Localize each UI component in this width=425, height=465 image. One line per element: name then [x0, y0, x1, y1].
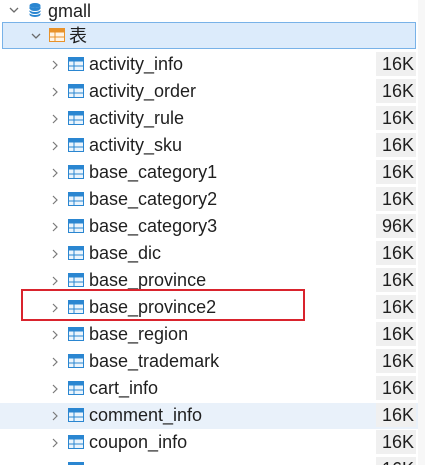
- table-row[interactable]: base_category3 96K: [0, 214, 418, 240]
- table-row[interactable]: activity_info 16K: [0, 52, 418, 78]
- chevron-right-icon[interactable]: [48, 58, 62, 72]
- table-size: 16K: [376, 376, 416, 400]
- chevron-right-icon[interactable]: [48, 355, 62, 369]
- chevron-down-icon[interactable]: [7, 3, 21, 17]
- chevron-right-icon[interactable]: [48, 112, 62, 126]
- table-size: 16K: [376, 295, 416, 319]
- table-name: base_category1: [89, 162, 218, 182]
- scrollbar-track[interactable]: [418, 0, 425, 465]
- chevron-right-icon[interactable]: [48, 166, 62, 180]
- navigator-tree: gmall 表 activity_info 16K activity_order 16…: [0, 0, 425, 465]
- table-icon: [68, 327, 84, 346]
- database-name: gmall: [48, 1, 92, 21]
- table-row[interactable]: comment_info 16K: [0, 403, 418, 429]
- table-name: activity_sku: [89, 135, 183, 155]
- table-size: 16K: [376, 241, 416, 265]
- table-row[interactable]: 16K: [0, 457, 418, 465]
- table-name: base_category3: [89, 216, 218, 236]
- table-row[interactable]: activity_rule 16K: [0, 106, 418, 132]
- table-icon: [68, 246, 84, 265]
- chevron-right-icon[interactable]: [48, 382, 62, 396]
- table-row[interactable]: base_trademark 16K: [0, 349, 418, 375]
- table-size: 16K: [376, 349, 416, 373]
- table-size: 16K: [376, 160, 416, 184]
- table-size: 16K: [376, 457, 416, 465]
- table-name: coupon_info: [89, 432, 188, 452]
- chevron-right-icon[interactable]: [48, 274, 62, 288]
- tree-node-database[interactable]: gmall: [0, 0, 418, 24]
- table-icon: [68, 111, 84, 130]
- table-icon: [68, 408, 84, 427]
- chevron-right-icon[interactable]: [48, 409, 62, 423]
- table-row[interactable]: base_dic 16K: [0, 241, 418, 267]
- table-name: comment_info: [89, 405, 203, 425]
- table-icon: [68, 219, 84, 238]
- chevron-right-icon[interactable]: [48, 436, 62, 450]
- table-icon: [68, 381, 84, 400]
- chevron-right-icon[interactable]: [48, 85, 62, 99]
- table-size: 96K: [376, 214, 416, 238]
- table-name: base_region: [89, 324, 189, 344]
- table-size: 16K: [376, 52, 416, 76]
- table-icon: [68, 192, 84, 211]
- table-row[interactable]: activity_order 16K: [0, 79, 418, 105]
- table-name: activity_rule: [89, 108, 185, 128]
- table-row[interactable]: activity_sku 16K: [0, 133, 418, 159]
- chevron-right-icon[interactable]: [48, 193, 62, 207]
- table-row[interactable]: cart_info 16K: [0, 376, 418, 402]
- table-row[interactable]: base_category1 16K: [0, 160, 418, 186]
- table-size: 16K: [376, 430, 416, 454]
- table-name: base_dic: [89, 243, 162, 263]
- annotation-highlight-box: [21, 289, 305, 321]
- table-name: base_category2: [89, 189, 218, 209]
- table-name: activity_order: [89, 81, 197, 101]
- table-name: cart_info: [89, 378, 159, 398]
- table-size: 16K: [376, 403, 416, 427]
- table-icon: [68, 435, 84, 454]
- table-name: base_trademark: [89, 351, 220, 371]
- table-row[interactable]: base_category2 16K: [0, 187, 418, 213]
- table-size: 16K: [376, 106, 416, 130]
- table-icon: [68, 138, 84, 157]
- table-name: base_province: [89, 270, 207, 290]
- table-size: 16K: [376, 133, 416, 157]
- table-row[interactable]: base_region 16K: [0, 322, 418, 348]
- folder-name: 表: [69, 26, 87, 46]
- table-size: 16K: [376, 79, 416, 103]
- table-row[interactable]: coupon_info 16K: [0, 430, 418, 456]
- tree-node-tables-folder[interactable]: 表: [2, 22, 416, 49]
- table-size: 16K: [376, 187, 416, 211]
- table-icon: [68, 165, 84, 184]
- chevron-right-icon[interactable]: [48, 139, 62, 153]
- database-icon: [28, 2, 42, 23]
- table-icon: [68, 354, 84, 373]
- chevron-right-icon[interactable]: [48, 220, 62, 234]
- chevron-down-icon[interactable]: [29, 29, 43, 43]
- table-size: 16K: [376, 322, 416, 346]
- table-icon: [68, 57, 84, 76]
- table-icon: [68, 84, 84, 103]
- table-size: 16K: [376, 268, 416, 292]
- table-folder-icon: [49, 28, 65, 47]
- chevron-right-icon[interactable]: [48, 328, 62, 342]
- chevron-right-icon[interactable]: [48, 247, 62, 261]
- table-name: activity_info: [89, 54, 184, 74]
